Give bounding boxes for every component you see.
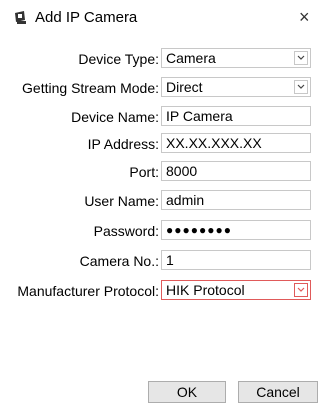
- port-input[interactable]: 8000: [161, 161, 311, 181]
- device-type-value: Camera: [166, 50, 216, 66]
- chevron-down-icon[interactable]: [294, 51, 308, 65]
- stream-mode-row: Getting Stream Mode: Direct: [0, 77, 322, 99]
- stream-mode-label: Getting Stream Mode:: [22, 80, 159, 96]
- manufacturer-protocol-label: Manufacturer Protocol:: [17, 283, 159, 299]
- password-row: Password: ●●●●●●●●: [0, 220, 322, 242]
- user-name-row: User Name: admin: [0, 190, 322, 212]
- camera-no-row: Camera No.: 1: [0, 250, 322, 272]
- device-name-label: Device Name:: [71, 109, 159, 125]
- port-row: Port: 8000: [0, 161, 322, 183]
- device-name-input[interactable]: IP Camera: [161, 106, 311, 126]
- device-type-label: Device Type:: [78, 51, 159, 67]
- password-value: ●●●●●●●●: [166, 223, 232, 237]
- manufacturer-protocol-select[interactable]: HIK Protocol: [161, 280, 311, 300]
- manufacturer-protocol-value: HIK Protocol: [166, 282, 245, 298]
- ip-address-row: IP Address: XX.XX.XXX.XX: [0, 133, 322, 155]
- user-name-label: User Name:: [84, 193, 159, 209]
- ip-address-label: IP Address:: [87, 136, 159, 152]
- ip-address-input[interactable]: XX.XX.XXX.XX: [161, 133, 311, 153]
- camera-no-value: 1: [166, 252, 174, 268]
- close-button[interactable]: ×: [299, 8, 310, 26]
- cancel-button[interactable]: Cancel: [238, 381, 318, 403]
- chevron-down-icon[interactable]: [294, 80, 308, 94]
- ok-button[interactable]: OK: [148, 381, 226, 403]
- device-name-value: IP Camera: [166, 108, 233, 124]
- stream-mode-select[interactable]: Direct: [161, 77, 311, 97]
- user-name-value: admin: [166, 192, 205, 208]
- device-type-row: Device Type: Camera: [0, 48, 322, 70]
- device-type-select[interactable]: Camera: [161, 48, 311, 68]
- ip-address-value: XX.XX.XXX.XX: [166, 135, 262, 151]
- manufacturer-protocol-row: Manufacturer Protocol: HIK Protocol: [0, 280, 322, 302]
- user-name-input[interactable]: admin: [161, 190, 311, 210]
- dialog-title: Add IP Camera: [35, 9, 138, 26]
- device-name-row: Device Name: IP Camera: [0, 106, 322, 128]
- password-input[interactable]: ●●●●●●●●: [161, 220, 311, 240]
- port-label: Port:: [129, 164, 159, 180]
- stream-mode-value: Direct: [166, 79, 203, 95]
- camera-app-icon: [15, 11, 26, 24]
- port-value: 8000: [166, 163, 198, 179]
- camera-no-label: Camera No.:: [79, 253, 159, 269]
- camera-no-input[interactable]: 1: [161, 250, 311, 270]
- title-bar: Add IP Camera ×: [0, 0, 322, 38]
- chevron-down-icon[interactable]: [294, 283, 308, 297]
- password-label: Password:: [93, 223, 159, 239]
